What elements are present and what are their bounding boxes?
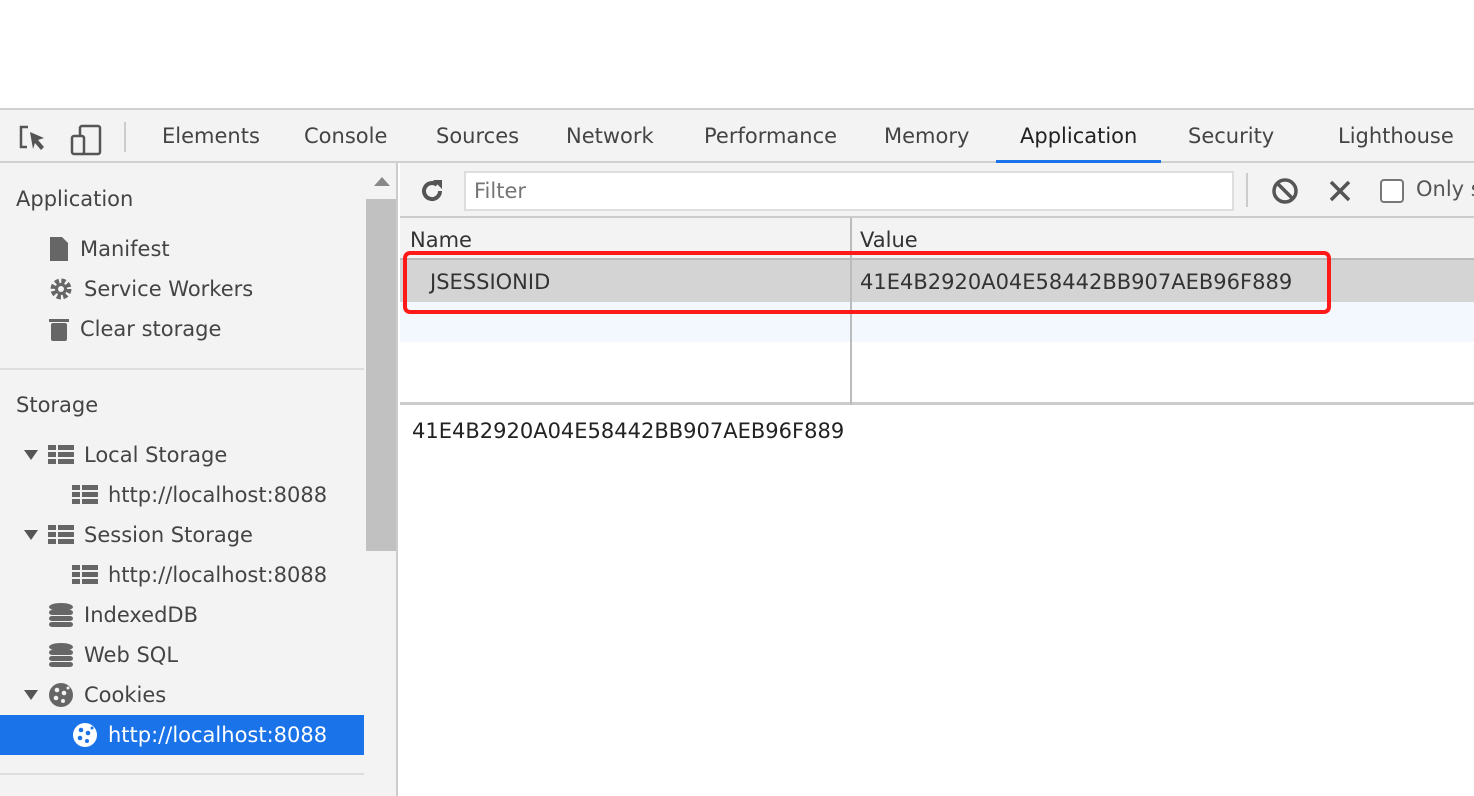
sidebar-item-manifest[interactable]: Manifest [48,229,170,269]
scrollbar-thumb[interactable] [366,199,396,551]
separator [1246,173,1248,207]
sidebar-item-web-sql[interactable]: Web SQL [48,635,178,675]
column-header-name[interactable]: Name [410,228,472,252]
delete-selected-icon[interactable] [1328,179,1352,203]
sidebar-item-label: Session Storage [84,523,253,547]
application-heading: Application [16,187,134,211]
sidebar-item-label: http://localhost:8088 [108,563,328,587]
refresh-icon[interactable] [418,177,446,205]
sidebar-scrollbar[interactable] [366,163,396,796]
only-show-label: Only s [1416,177,1474,201]
sidebar-item-label: Service Workers [84,277,254,301]
trash-icon [48,316,70,342]
divider [0,773,364,775]
cookie-value-preview: 41E4B2920A04E58442BB907AEB96F889 [412,419,845,443]
expand-triangle-icon[interactable] [24,690,38,700]
devtools-toolbar: Elements Console Sources Network Performance… [0,108,1474,163]
sidebar-item-session-storage[interactable]: Session Storage [24,515,253,555]
column-header-value[interactable]: Value [860,228,918,252]
sidebar-item-http-localhost-8088[interactable]: http://localhost:8088 [0,715,364,755]
database-icon [48,642,74,668]
cookie-icon [72,722,98,748]
toolbar-separator [124,122,126,152]
sidebar-item-clear-storage[interactable]: Clear storage [48,309,221,349]
tab-memory[interactable]: Memory [884,110,969,163]
sidebar-item-local-storage[interactable]: Local Storage [24,435,227,475]
tab-security[interactable]: Security [1188,110,1274,163]
sidebar-item-label: Clear storage [80,317,222,341]
grid-icon [48,524,74,546]
sidebar-item-http-localhost-8088[interactable]: http://localhost:8088 [72,555,327,595]
expand-triangle-icon[interactable] [24,530,38,540]
expand-triangle-icon[interactable] [24,450,38,460]
sidebar-item-label: http://localhost:8088 [108,723,328,747]
tab-network[interactable]: Network [566,110,654,163]
clear-all-icon[interactable] [1271,177,1299,205]
sidebar-item-label: http://localhost:8088 [108,483,328,507]
gear-icon [48,276,74,302]
grid-icon [48,444,74,466]
tab-lighthouse[interactable]: Lighthouse [1338,110,1454,163]
cookie-icon [48,682,74,708]
device-toolbar-icon[interactable] [70,124,104,156]
cookies-panel: Only s Name Value JSESSIONID 41E4B2920A0… [400,163,1474,796]
sidebar-item-label: Manifest [80,237,170,261]
sidebar-item-service-workers[interactable]: Service Workers [48,269,253,309]
file-icon [48,236,70,262]
sidebar-item-label: Web SQL [84,643,179,667]
filter-bar: Only s [400,163,1474,218]
scroll-up-arrow-icon[interactable] [374,177,390,186]
sidebar-item-label: Local Storage [84,443,228,467]
storage-heading: Storage [16,393,99,417]
sidebar-item-label: IndexedDB [84,603,198,627]
filter-input[interactable] [464,171,1234,211]
cookies-table: Name Value JSESSIONID 41E4B2920A04E58442… [400,218,1474,405]
application-sidebar: Application Manifest Service Workers Clear… [0,163,398,796]
sidebar-item-http-localhost-8088[interactable]: http://localhost:8088 [72,475,327,515]
tab-performance[interactable]: Performance [704,110,837,163]
tab-sources[interactable]: Sources [436,110,519,163]
inspect-element-icon[interactable] [18,124,50,152]
only-show-checkbox[interactable] [1380,179,1404,203]
sidebar-item-cookies[interactable]: Cookies [24,675,166,715]
sidebar-item-label: Cookies [84,683,167,707]
grid-icon [72,564,98,586]
tab-elements[interactable]: Elements [162,110,260,163]
database-icon [48,602,74,628]
highlight-annotation [403,251,1331,314]
grid-icon [72,484,98,506]
sidebar-item-indexeddb[interactable]: IndexedDB [48,595,198,635]
divider [0,368,364,370]
tab-application[interactable]: Application [996,110,1162,163]
tab-console[interactable]: Console [304,110,387,163]
